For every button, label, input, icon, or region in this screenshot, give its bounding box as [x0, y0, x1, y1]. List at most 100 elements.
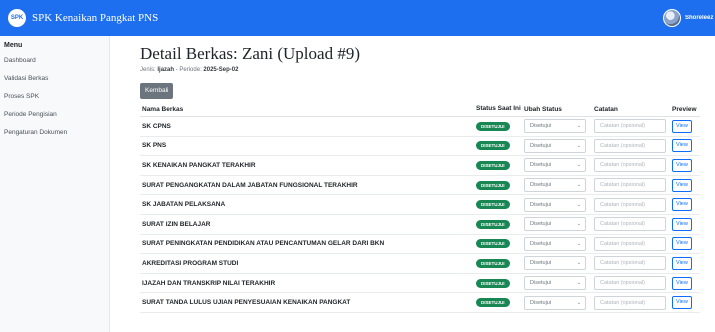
status-select-value: Disetujui	[530, 221, 552, 228]
view-button[interactable]: View	[672, 119, 692, 133]
table-row: SK KENAIKAN PANGKAT TERAKHIR DISETUJUI Dis…	[140, 155, 700, 176]
page-title: Detail Berkas: Zani (Upload #9)	[140, 44, 360, 63]
status-select-value: Disetujui	[530, 280, 552, 287]
status-badge: DISETUJUI	[476, 141, 510, 151]
table-row: SURAT PENGANGKATAN DALAM JABATAN FUNGSIO…	[140, 175, 700, 196]
back-button[interactable]: Kembali	[140, 83, 174, 99]
status-select-value: Disetujui	[530, 201, 552, 208]
status-badge: DISETUJUI	[476, 180, 510, 190]
table-row: SURAT IZIN BELAJAR DISETUJUI Disetujui ⌄ Cat…	[140, 214, 700, 235]
note-input[interactable]: Catatan (opsional)	[594, 197, 666, 212]
status-select[interactable]: Disetujui ⌄	[524, 119, 586, 134]
status-badge: DISETUJUI	[476, 121, 510, 131]
sidebar-heading: Menu	[4, 42, 23, 49]
file-name: SK CPNS	[140, 116, 476, 137]
file-name: SK KENAIKAN PANGKAT TERAKHIR	[140, 155, 476, 176]
note-input[interactable]: Catatan (opsional)	[594, 138, 666, 153]
status-badge: DISETUJUI	[476, 160, 510, 170]
file-name: SURAT PENINGKATAN PENDIDIKAN ATAU PENCAN…	[140, 234, 476, 255]
sidebar-item-pengaturan-dokumen[interactable]: Pengaturan Dokumen	[0, 124, 109, 142]
view-button[interactable]: View	[672, 198, 692, 212]
file-name: SURAT IZIN BELAJAR	[140, 214, 476, 235]
file-name: SURAT PENGANGKATAN DALAM JABATAN FUNGSIO…	[140, 175, 476, 196]
sidebar-item-validasi-berkas[interactable]: Validasi Berkas	[0, 70, 109, 88]
table-row: SK JABATAN PELAKSANA DISETUJUI Disetujui ⌄ C…	[140, 194, 700, 215]
periode-value: 2025-Sep-02	[203, 67, 239, 73]
sidebar: Menu Dashboard Validasi Berkas Proses SP…	[0, 36, 110, 332]
view-button[interactable]: View	[672, 139, 692, 153]
chevron-down-icon: ⌄	[576, 299, 581, 306]
view-button[interactable]: View	[672, 237, 692, 251]
main-content: Detail Berkas: Zani (Upload #9) Jenis: I…	[110, 36, 715, 332]
brand[interactable]: SPK SPK Kenaikan Pangkat PNS	[8, 9, 158, 27]
status-badge: DISETUJUI	[476, 258, 510, 268]
view-button[interactable]: View	[672, 276, 692, 290]
column-header-name: Nama Berkas	[140, 105, 476, 117]
sidebar-item-periode-pengisian[interactable]: Periode Pengisian	[0, 106, 109, 124]
status-select-value: Disetujui	[530, 260, 552, 267]
view-button[interactable]: View	[672, 178, 692, 192]
status-badge: DISETUJUI	[476, 239, 510, 249]
chevron-down-icon: ⌄	[576, 162, 581, 169]
status-select[interactable]: Disetujui ⌄	[524, 236, 586, 251]
table-body: SK CPNS DISETUJUI Disetujui ⌄ Catatan (opsio…	[140, 116, 700, 313]
status-badge: DISETUJUI	[476, 219, 510, 229]
status-select-value: Disetujui	[530, 162, 552, 169]
note-input[interactable]: Catatan (opsional)	[594, 119, 666, 134]
status-select[interactable]: Disetujui ⌄	[524, 256, 586, 271]
user-menu[interactable]: Shoreleez	[663, 0, 715, 36]
table-row: SK CPNS DISETUJUI Disetujui ⌄ Catatan (opsio…	[140, 116, 700, 137]
file-name: SURAT TANDA LULUS UJIAN PENYESUAIAN KENA…	[140, 292, 476, 313]
column-header-preview: Preview	[672, 105, 700, 117]
page-subtitle: Jenis: Ijazah - Periode: 2025-Sep-02	[140, 66, 715, 75]
table-row: SURAT PENINGKATAN PENDIDIKAN ATAU PENCAN…	[140, 234, 700, 255]
periode-label: - Periode:	[175, 67, 202, 73]
note-input[interactable]: Catatan (opsional)	[594, 236, 666, 251]
note-input[interactable]: Catatan (opsional)	[594, 276, 666, 291]
column-header-ubah-status: Ubah Status	[524, 105, 594, 117]
status-select[interactable]: Disetujui ⌄	[524, 276, 586, 291]
status-select[interactable]: Disetujui ⌄	[524, 178, 586, 193]
table-row: AKREDITASI PROGRAM STUDI DISETUJUI Disetuj…	[140, 253, 700, 274]
note-input[interactable]: Catatan (opsional)	[594, 217, 666, 232]
status-select-value: Disetujui	[530, 299, 552, 306]
chevron-down-icon: ⌄	[576, 240, 581, 247]
view-button[interactable]: View	[672, 217, 692, 231]
user-name[interactable]: Shoreleez	[685, 15, 715, 21]
view-button[interactable]: View	[672, 256, 692, 270]
note-input[interactable]: Catatan (opsional)	[594, 295, 666, 310]
note-input[interactable]: Catatan (opsional)	[594, 178, 666, 193]
chevron-down-icon: ⌄	[576, 201, 581, 208]
chevron-down-icon: ⌄	[576, 123, 581, 130]
status-select-value: Disetujui	[530, 240, 552, 247]
status-badge: DISETUJUI	[476, 200, 510, 210]
view-button[interactable]: View	[672, 158, 692, 172]
status-badge: DISETUJUI	[476, 298, 510, 308]
status-select[interactable]: Disetujui ⌄	[524, 197, 586, 212]
app-logo-icon: SPK	[8, 9, 26, 27]
file-name: IJAZAH DAN TRANSKRIP NILAI TERAKHIR	[140, 273, 476, 294]
jenis-label: Jenis:	[140, 67, 156, 73]
status-select[interactable]: Disetujui ⌄	[524, 217, 586, 232]
note-input[interactable]: Catatan (opsional)	[594, 256, 666, 271]
status-select-value: Disetujui	[530, 123, 552, 130]
table-row: SK PNS DISETUJUI Disetujui ⌄ Catatan (opsion…	[140, 136, 700, 157]
table-header-row: Nama Berkas Status Saat Ini Ubah Status …	[140, 105, 700, 117]
file-name: SK JABATAN PELAKSANA	[140, 194, 476, 215]
chevron-down-icon: ⌄	[576, 280, 581, 287]
file-name: SK PNS	[140, 136, 476, 157]
chevron-down-icon: ⌄	[576, 182, 581, 189]
status-select[interactable]: Disetujui ⌄	[524, 295, 586, 310]
status-select-value: Disetujui	[530, 142, 552, 149]
sidebar-item-proses-spk[interactable]: Proses SPK	[0, 88, 109, 106]
view-button[interactable]: View	[672, 296, 692, 310]
status-badge: DISETUJUI	[476, 278, 510, 288]
avatar[interactable]	[663, 9, 681, 27]
sidebar-item-dashboard[interactable]: Dashboard	[0, 52, 109, 70]
chevron-down-icon: ⌄	[576, 142, 581, 149]
note-input[interactable]: Catatan (opsional)	[594, 158, 666, 173]
status-select[interactable]: Disetujui ⌄	[524, 138, 586, 153]
table-row: IJAZAH DAN TRANSKRIP NILAI TERAKHIR DISET…	[140, 273, 700, 294]
status-select[interactable]: Disetujui ⌄	[524, 158, 586, 173]
jenis-value: Ijazah	[157, 67, 175, 73]
